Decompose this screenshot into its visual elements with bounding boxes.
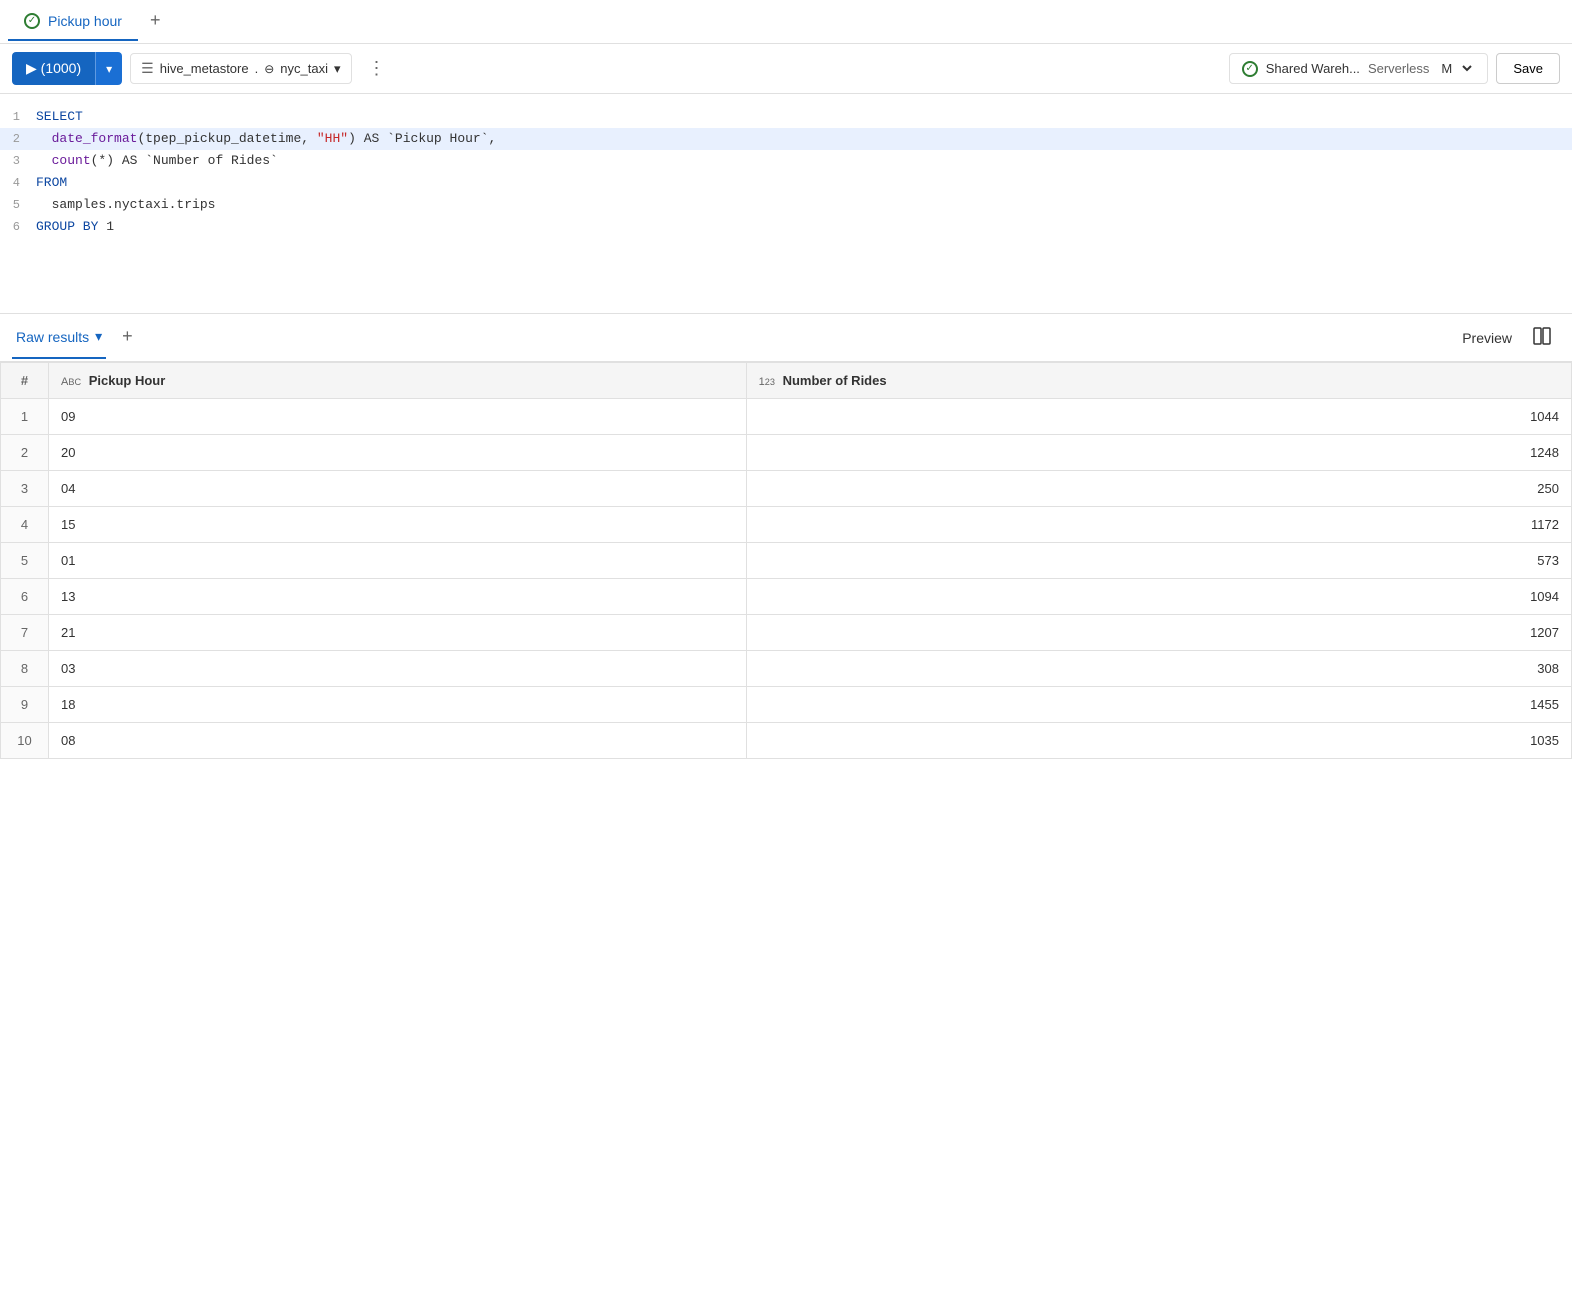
cell-pickup-hour: 09 — [49, 399, 747, 435]
warehouse-status-icon: ✓ — [1242, 61, 1258, 77]
cell-row-num: 8 — [1, 651, 49, 687]
cell-num-rides: 1455 — [746, 687, 1571, 723]
cell-row-num: 1 — [1, 399, 49, 435]
cell-num-rides: 308 — [746, 651, 1571, 687]
cell-num-rides: 1044 — [746, 399, 1571, 435]
dot-separator: . — [255, 61, 259, 76]
serverless-label: Serverless — [1368, 61, 1429, 76]
warehouse-label: Shared Wareh... — [1266, 61, 1360, 76]
cell-row-num: 3 — [1, 471, 49, 507]
layout-icon — [1532, 326, 1552, 346]
col-header-num-rides: 123 Number of Rides — [746, 363, 1571, 399]
tab-label: Pickup hour — [48, 13, 122, 29]
run-button[interactable]: ▶ (1000) — [12, 52, 95, 85]
database-icon: ☰ — [141, 60, 154, 77]
col-type-icon-string: ABC — [61, 376, 81, 388]
warehouse-size-select[interactable]: XS S M L XL — [1437, 60, 1475, 77]
schema-label: nyc_taxi — [280, 61, 328, 76]
tab-bar: ✓ Pickup hour + — [0, 0, 1572, 44]
layout-icon-button[interactable] — [1524, 320, 1560, 355]
cell-row-num: 10 — [1, 723, 49, 759]
cell-pickup-hour: 20 — [49, 435, 747, 471]
tab-check-icon: ✓ — [24, 13, 40, 29]
results-tab-bar: Raw results ▾ + Preview — [0, 314, 1572, 362]
run-dropdown-button[interactable]: ▾ — [95, 52, 122, 85]
code-line-2: 2 date_format(tpep_pickup_datetime, "HH"… — [0, 128, 1572, 150]
database-selector[interactable]: ☰ hive_metastore . ⊖ nyc_taxi ▾ — [130, 53, 351, 84]
preview-button[interactable]: Preview — [1450, 324, 1524, 352]
schema-chevron-icon: ▾ — [334, 61, 341, 77]
tab-pickup-hour[interactable]: ✓ Pickup hour — [8, 3, 138, 41]
col-header-index: # — [1, 363, 49, 399]
cell-pickup-hour: 01 — [49, 543, 747, 579]
cell-pickup-hour: 13 — [49, 579, 747, 615]
cell-num-rides: 250 — [746, 471, 1571, 507]
code-line-6: 6 GROUP BY 1 — [0, 216, 1572, 238]
cell-num-rides: 1172 — [746, 507, 1571, 543]
results-table-container: # ABC Pickup Hour 123 Number of Rides 10… — [0, 362, 1572, 759]
table-row: 10081035 — [1, 723, 1572, 759]
cell-pickup-hour: 08 — [49, 723, 747, 759]
code-line-1: 1 SELECT — [0, 106, 1572, 128]
cell-row-num: 6 — [1, 579, 49, 615]
results-tab-label: Raw results — [16, 329, 89, 345]
save-button[interactable]: Save — [1496, 53, 1560, 84]
col-header-pickup-hour: ABC Pickup Hour — [49, 363, 747, 399]
code-line-4: 4 FROM — [0, 172, 1572, 194]
table-row: 7211207 — [1, 615, 1572, 651]
run-button-group: ▶ (1000) ▾ — [12, 52, 122, 85]
code-editor[interactable]: 1 SELECT 2 date_format(tpep_pickup_datet… — [0, 94, 1572, 314]
cell-row-num: 5 — [1, 543, 49, 579]
toolbar: ▶ (1000) ▾ ☰ hive_metastore . ⊖ nyc_taxi… — [0, 44, 1572, 94]
cell-row-num: 9 — [1, 687, 49, 723]
warehouse-selector[interactable]: ✓ Shared Wareh... Serverless XS S M L XL — [1229, 53, 1489, 84]
cell-pickup-hour: 15 — [49, 507, 747, 543]
schema-icon: ⊖ — [264, 62, 274, 76]
cell-num-rides: 1035 — [746, 723, 1571, 759]
code-line-3: 3 count(*) AS `Number of Rides` — [0, 150, 1572, 172]
results-table: # ABC Pickup Hour 123 Number of Rides 10… — [0, 362, 1572, 759]
table-row: 4151172 — [1, 507, 1572, 543]
results-tab-chevron-icon: ▾ — [95, 328, 102, 345]
table-row: 803308 — [1, 651, 1572, 687]
table-row: 501573 — [1, 543, 1572, 579]
table-row: 1091044 — [1, 399, 1572, 435]
cell-row-num: 4 — [1, 507, 49, 543]
table-header-row: # ABC Pickup Hour 123 Number of Rides — [1, 363, 1572, 399]
database-label: hive_metastore — [160, 61, 249, 76]
table-row: 2201248 — [1, 435, 1572, 471]
results-tab-add-button[interactable]: + — [114, 314, 141, 361]
table-row: 304250 — [1, 471, 1572, 507]
table-row: 6131094 — [1, 579, 1572, 615]
code-line-5: 5 samples.nyctaxi.trips — [0, 194, 1572, 216]
results-tab-raw[interactable]: Raw results ▾ — [12, 316, 106, 359]
more-options-button[interactable]: ⋮ — [360, 52, 396, 85]
cell-pickup-hour: 03 — [49, 651, 747, 687]
cell-pickup-hour: 21 — [49, 615, 747, 651]
table-row: 9181455 — [1, 687, 1572, 723]
cell-pickup-hour: 18 — [49, 687, 747, 723]
cell-row-num: 7 — [1, 615, 49, 651]
cell-num-rides: 1248 — [746, 435, 1571, 471]
cell-pickup-hour: 04 — [49, 471, 747, 507]
results-area: Raw results ▾ + Preview # ABC — [0, 314, 1572, 759]
cell-num-rides: 573 — [746, 543, 1571, 579]
tab-add-button[interactable]: + — [138, 0, 173, 43]
cell-row-num: 2 — [1, 435, 49, 471]
cell-num-rides: 1207 — [746, 615, 1571, 651]
col-type-icon-number: 123 — [759, 376, 775, 388]
cell-num-rides: 1094 — [746, 579, 1571, 615]
